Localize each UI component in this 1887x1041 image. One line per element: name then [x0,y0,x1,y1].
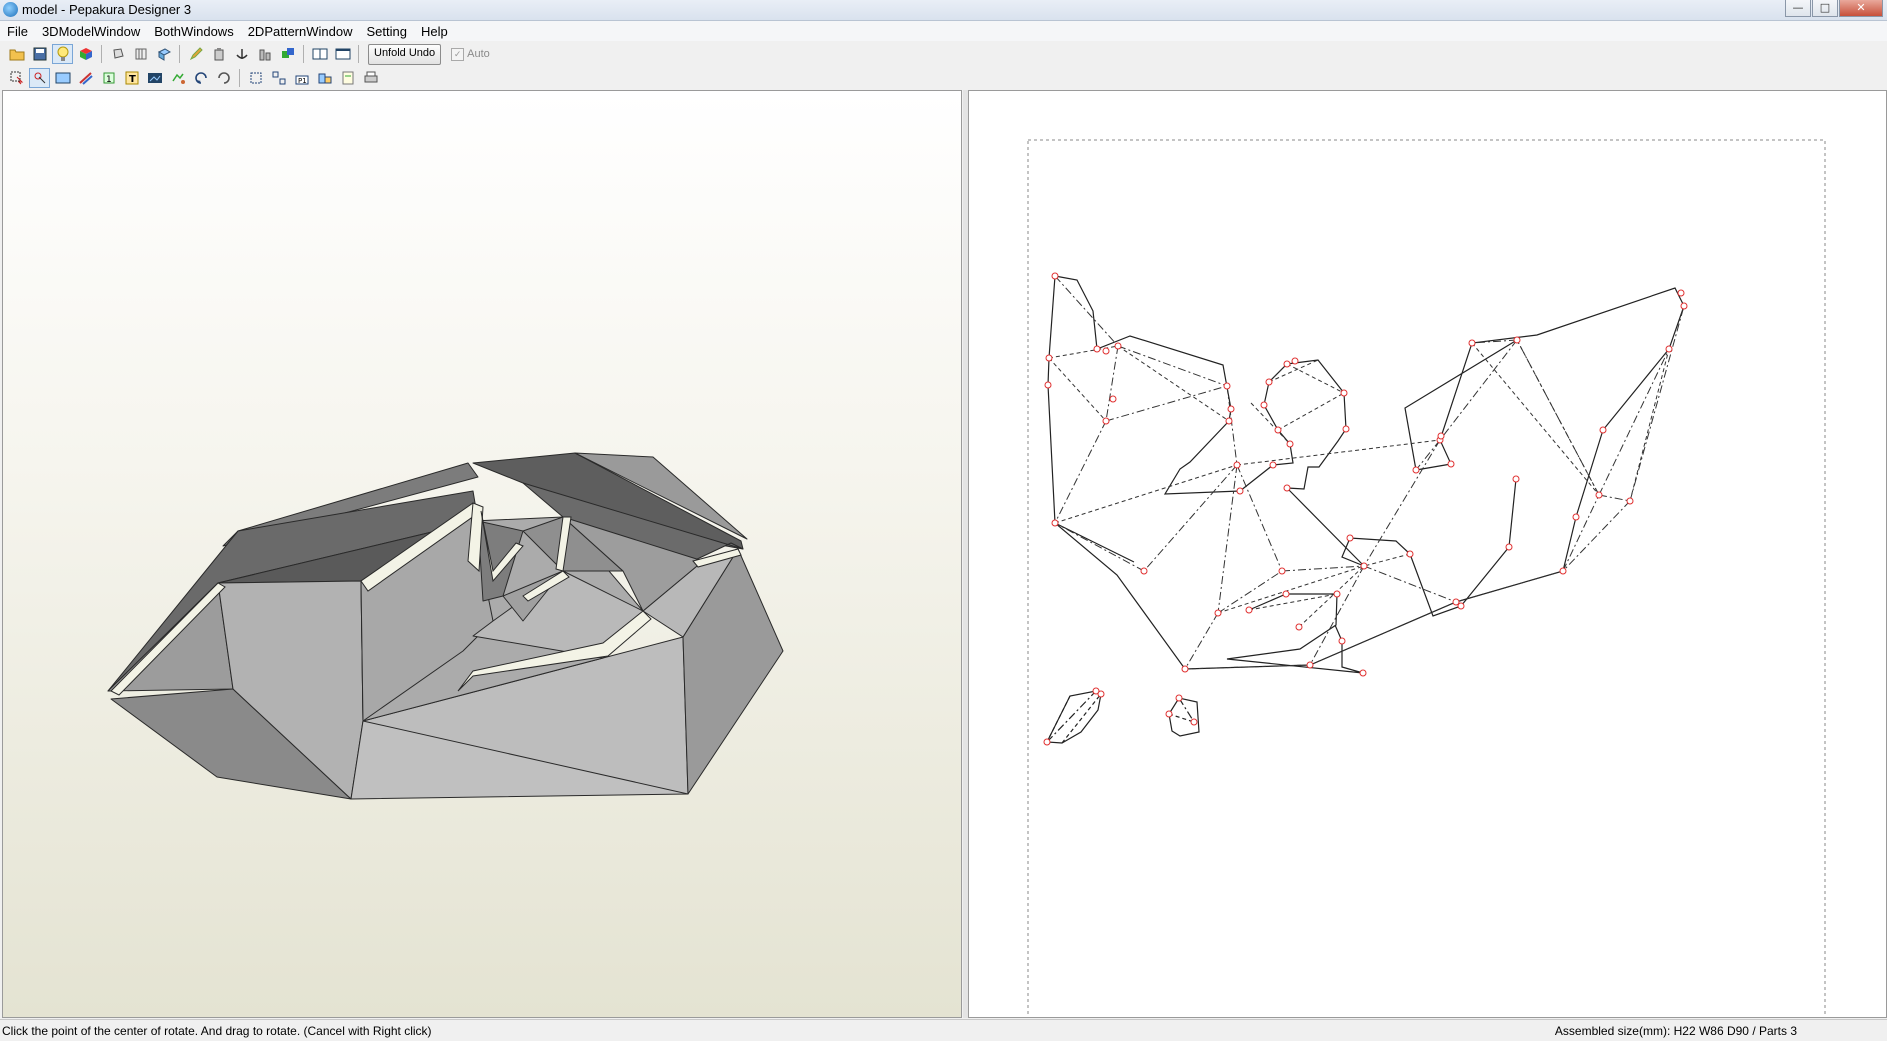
menu-help[interactable]: Help [414,21,455,41]
menu-bothwindows[interactable]: BothWindows [147,21,240,41]
print-icon[interactable] [360,68,381,88]
secondary-toolbar: 1 T P1 [0,67,1887,89]
view-frame-icon[interactable] [52,68,73,88]
assembled-size: Assembled size(mm): H22 W86 D90 / Parts … [1554,1024,1797,1038]
title-bar: model - Pepakura Designer 3 — □ ✕ [0,0,1887,21]
pattern-part-2 [1046,690,1102,744]
rotate-back-icon[interactable] [213,68,234,88]
maximize-button[interactable]: □ [1812,0,1838,17]
rotate-point-icon[interactable] [29,68,50,88]
fit-icon[interactable] [245,68,266,88]
menu-file[interactable]: File [0,21,35,41]
join-icon[interactable] [277,44,298,64]
toolbar-separator [101,45,102,63]
window-controls: — □ ✕ [1785,0,1883,17]
svg-text:1: 1 [106,75,112,85]
single-window-icon[interactable] [309,44,330,64]
fold-tool-icon[interactable] [144,68,165,88]
auto-checkbox[interactable]: ✓ Auto [451,47,490,61]
pepakura-app-icon[interactable] [3,2,18,17]
svg-text:T: T [129,74,136,85]
pattern-part-3 [1168,697,1200,737]
unfold-undo-button[interactable]: Unfold Undo [368,43,442,65]
menu-3dmodelwindow[interactable]: 3DModelWindow [35,21,147,41]
minimize-button[interactable]: — [1785,0,1811,17]
pattern-fold-lines [1048,275,1685,670]
edge-tool-icon[interactable] [75,68,96,88]
3d-model-window[interactable] [2,90,962,1018]
menu-bar: File 3DModelWindow BothWindows 2DPattern… [0,21,1887,41]
pattern-vertices [1043,272,1688,746]
toolbar-separator [303,45,304,63]
auto-label: Auto [467,48,490,60]
save-icon[interactable] [29,44,50,64]
redo-icon[interactable] [190,68,211,88]
rotate-3d-icon[interactable] [107,44,128,64]
anchor-icon[interactable] [231,44,252,64]
toolbar-separator [179,45,180,63]
layout-icon[interactable] [314,68,335,88]
light-bulb-icon[interactable] [52,44,73,64]
2d-pattern-window[interactable] [968,90,1887,1018]
menu-setting[interactable]: Setting [359,21,413,41]
paper-stack-icon[interactable] [130,44,151,64]
glue-icon[interactable] [208,44,229,64]
window-title: model - Pepakura Designer 3 [22,2,192,17]
3d-model-view[interactable] [3,91,962,1018]
auto-check-box[interactable]: ✓ [451,47,465,61]
cube-view-icon[interactable] [153,44,174,64]
select-icon[interactable] [6,68,27,88]
dual-window-icon[interactable] [332,44,353,64]
paper-icon[interactable] [337,68,358,88]
color-cube-icon[interactable] [75,44,96,64]
image-tool-icon[interactable]: T [121,68,142,88]
pencil-icon[interactable] [185,44,206,64]
status-bar: Click the point of the center of rotate.… [0,1019,1887,1041]
menu-2dpatternwindow[interactable]: 2DPatternWindow [241,21,360,41]
toolbar-separator [358,45,359,63]
toolbar-separator [239,69,240,87]
undo-icon[interactable] [167,68,188,88]
bar-chart-icon[interactable] [254,44,275,64]
number-icon[interactable]: P1 [291,68,312,88]
open-folder-icon[interactable] [6,44,27,64]
2d-pattern-view[interactable] [969,91,1887,1018]
arrange-icon[interactable] [268,68,289,88]
status-hint: Click the point of the center of rotate.… [2,1024,432,1038]
main-toolbar: Unfold Undo ✓ Auto [0,43,1887,65]
text-tool-icon[interactable]: 1 [98,68,119,88]
paper-boundary [1027,139,1826,1017]
close-button[interactable]: ✕ [1839,0,1883,17]
svg-text:P1: P1 [298,77,307,85]
